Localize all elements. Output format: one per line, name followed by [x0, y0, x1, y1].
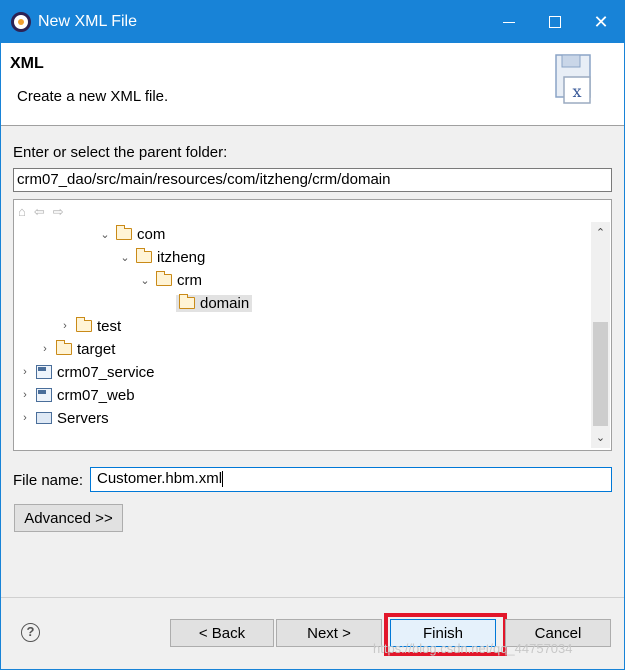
folder-tree[interactable]: ⌂ ⇦ ⇨ ⌄ com ⌄ itzheng ⌄ crm domain › tes…: [13, 199, 612, 451]
tree-item-label: com: [137, 225, 166, 243]
tree-item-label: crm: [177, 271, 202, 289]
advanced-button[interactable]: Advanced >>: [14, 504, 123, 532]
tree-scrollbar[interactable]: ⌃ ⌄: [591, 222, 610, 448]
folder-icon: [135, 248, 152, 263]
help-icon[interactable]: ?: [21, 623, 40, 642]
wizard-description: Create a new XML file.: [17, 88, 169, 105]
watermark: https://blog.csdn.net/qq_44757034: [373, 641, 573, 656]
parent-folder-input[interactable]: crm07_dao/src/main/resources/com/itzheng…: [13, 168, 612, 192]
folder-icon: [178, 294, 195, 309]
scroll-down-icon[interactable]: ⌄: [591, 428, 610, 448]
folder-icon: [55, 340, 72, 355]
tree-item[interactable]: › crm07_service: [18, 361, 155, 383]
tree-item-label: domain: [200, 294, 250, 312]
chevron-right-icon[interactable]: ›: [58, 320, 72, 332]
scrollbar-thumb[interactable]: [593, 322, 608, 426]
chevron-right-icon[interactable]: ›: [18, 412, 32, 424]
back-button[interactable]: < Back: [170, 619, 274, 647]
close-icon: ✕: [593, 11, 609, 32]
chevron-down-icon[interactable]: ⌄: [118, 251, 132, 264]
tree-item-label: crm07_web: [57, 386, 135, 404]
wizard-title: XML: [10, 55, 44, 72]
folder-icon: [75, 317, 92, 332]
tree-item[interactable]: ⌄ itzheng: [118, 246, 205, 268]
file-name-input[interactable]: Customer.hbm.xml: [90, 467, 612, 492]
home-icon[interactable]: ⌂: [18, 204, 26, 222]
forward-arrow-icon[interactable]: ⇨: [53, 204, 64, 222]
footer-separator: [1, 597, 624, 598]
scroll-up-icon[interactable]: ⌃: [591, 222, 610, 242]
tree-toolbar: ⌂ ⇦ ⇨: [18, 204, 64, 222]
maven-project-icon: [36, 388, 52, 402]
tree-item[interactable]: › target: [38, 338, 115, 360]
title-bar[interactable]: New XML File ✕: [1, 1, 624, 43]
text-cursor: [222, 471, 224, 488]
next-button[interactable]: Next >: [276, 619, 382, 647]
minimize-icon: [503, 21, 515, 23]
tree-item[interactable]: › Servers: [18, 407, 109, 429]
minimize-button[interactable]: [486, 1, 532, 43]
chevron-right-icon[interactable]: ›: [18, 366, 32, 378]
tree-item-label: Servers: [57, 409, 109, 427]
chevron-down-icon[interactable]: ⌄: [138, 274, 152, 287]
wizard-header: XML Create a new XML file. x: [1, 43, 624, 126]
servers-folder-icon: [36, 412, 52, 424]
close-button[interactable]: ✕: [578, 1, 624, 43]
tree-item[interactable]: ⌄ com: [98, 223, 165, 245]
parent-folder-label: Enter or select the parent folder:: [13, 144, 228, 161]
file-name-label: File name:: [13, 472, 84, 489]
maximize-button[interactable]: [532, 1, 578, 43]
tree-item[interactable]: › test: [58, 315, 121, 337]
tree-item[interactable]: › crm07_web: [18, 384, 135, 406]
new-xml-file-dialog: New XML File ✕ XML Create a new XML file…: [0, 0, 625, 670]
maximize-icon: [549, 16, 561, 28]
tree-item[interactable]: ⌄ crm: [138, 269, 202, 291]
folder-icon: [115, 225, 132, 240]
tree-item-label: itzheng: [157, 248, 206, 266]
maven-project-icon: [36, 365, 52, 379]
tree-item-selected[interactable]: domain: [176, 292, 253, 314]
window-title: New XML File: [38, 13, 137, 30]
chevron-right-icon[interactable]: ›: [18, 389, 32, 401]
xml-file-wizard-icon: x: [555, 54, 591, 104]
tree-item-label: target: [77, 340, 116, 358]
chevron-down-icon[interactable]: ⌄: [98, 228, 112, 241]
folder-icon: [155, 271, 172, 286]
chevron-right-icon[interactable]: ›: [38, 343, 52, 355]
tree-item-label: crm07_service: [57, 363, 155, 381]
svg-text:x: x: [572, 82, 581, 101]
selected-item: domain: [176, 294, 253, 312]
back-arrow-icon[interactable]: ⇦: [34, 204, 45, 222]
file-name-value: Customer.hbm.xml: [97, 470, 223, 487]
eclipse-app-icon: [11, 12, 31, 32]
tree-item-label: test: [97, 317, 122, 335]
